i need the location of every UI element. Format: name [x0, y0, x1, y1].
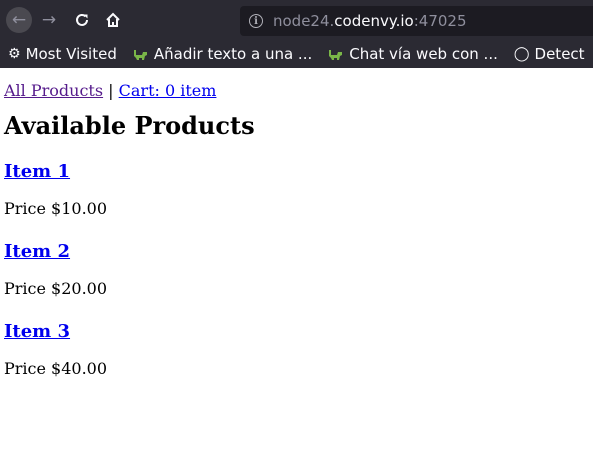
page-title: Available Products	[4, 111, 255, 140]
product-price: Price $40.00	[4, 359, 108, 378]
product-price: Price $20.00	[4, 279, 108, 298]
home-icon	[106, 12, 120, 27]
nav-separator: |	[103, 81, 119, 100]
arrow-left-icon: ←	[11, 10, 27, 30]
address-bar[interactable]: i node24.codenvy.io:47025	[240, 6, 593, 36]
bookmark-label: Chat vía web con ...	[349, 45, 498, 63]
product-price: Price $10.00	[4, 199, 108, 218]
bookmark-anadir-texto[interactable]: Añadir texto a una ...	[133, 45, 312, 63]
url-port: :47025	[413, 12, 467, 30]
dino-icon	[133, 48, 148, 61]
reload-button[interactable]	[71, 9, 93, 31]
bookmark-label: Añadir texto a una ...	[153, 45, 313, 63]
back-button[interactable]: ←	[6, 7, 32, 33]
dino-icon	[328, 48, 343, 61]
product-link[interactable]: Item 1	[4, 161, 70, 182]
product-link[interactable]: Item 2	[4, 241, 70, 262]
product-title: Item 1	[4, 160, 593, 184]
url-text: node24.codenvy.io:47025	[273, 12, 467, 30]
url-subdomain: node24.	[273, 12, 335, 30]
reload-icon	[76, 13, 88, 26]
forward-button[interactable]: →	[38, 9, 60, 31]
bookmarks-bar: ⚙ Most Visited Añadir texto a una ... Ch…	[0, 40, 593, 68]
product-title: Item 3	[4, 320, 593, 344]
bookmark-label: Detect	[534, 45, 585, 63]
product-item: Item 1 Price $10.00	[4, 160, 593, 220]
product-link[interactable]: Item 3	[4, 321, 70, 342]
browser-toolbar: ← → i node24.codenvy.io:47025	[0, 0, 593, 40]
top-nav: All Products | Cart: 0 item	[4, 80, 593, 102]
cart-link[interactable]: Cart: 0 item	[119, 81, 217, 100]
home-button[interactable]	[102, 9, 124, 31]
product-item: Item 3 Price $40.00	[4, 320, 593, 380]
gear-icon: ⚙	[8, 46, 21, 62]
bookmark-most-visited[interactable]: ⚙ Most Visited	[8, 45, 117, 63]
globe-icon: ◯	[513, 46, 530, 62]
url-domain: codenvy.io	[334, 12, 414, 30]
bookmark-detect[interactable]: ◯ Detect	[514, 45, 585, 63]
bookmark-chat-via-web[interactable]: Chat vía web con ...	[328, 45, 498, 63]
bookmark-label: Most Visited	[25, 45, 117, 63]
product-title: Item 2	[4, 240, 593, 264]
product-item: Item 2 Price $20.00	[4, 240, 593, 300]
browser-chrome: ← → i node24.codenvy.io:47025 ⚙ Most Vis…	[0, 0, 593, 68]
all-products-link[interactable]: All Products	[4, 81, 103, 100]
info-icon[interactable]: i	[249, 14, 263, 28]
page-content: All Products | Cart: 0 item Available Pr…	[0, 68, 593, 380]
arrow-right-icon: →	[41, 10, 57, 30]
